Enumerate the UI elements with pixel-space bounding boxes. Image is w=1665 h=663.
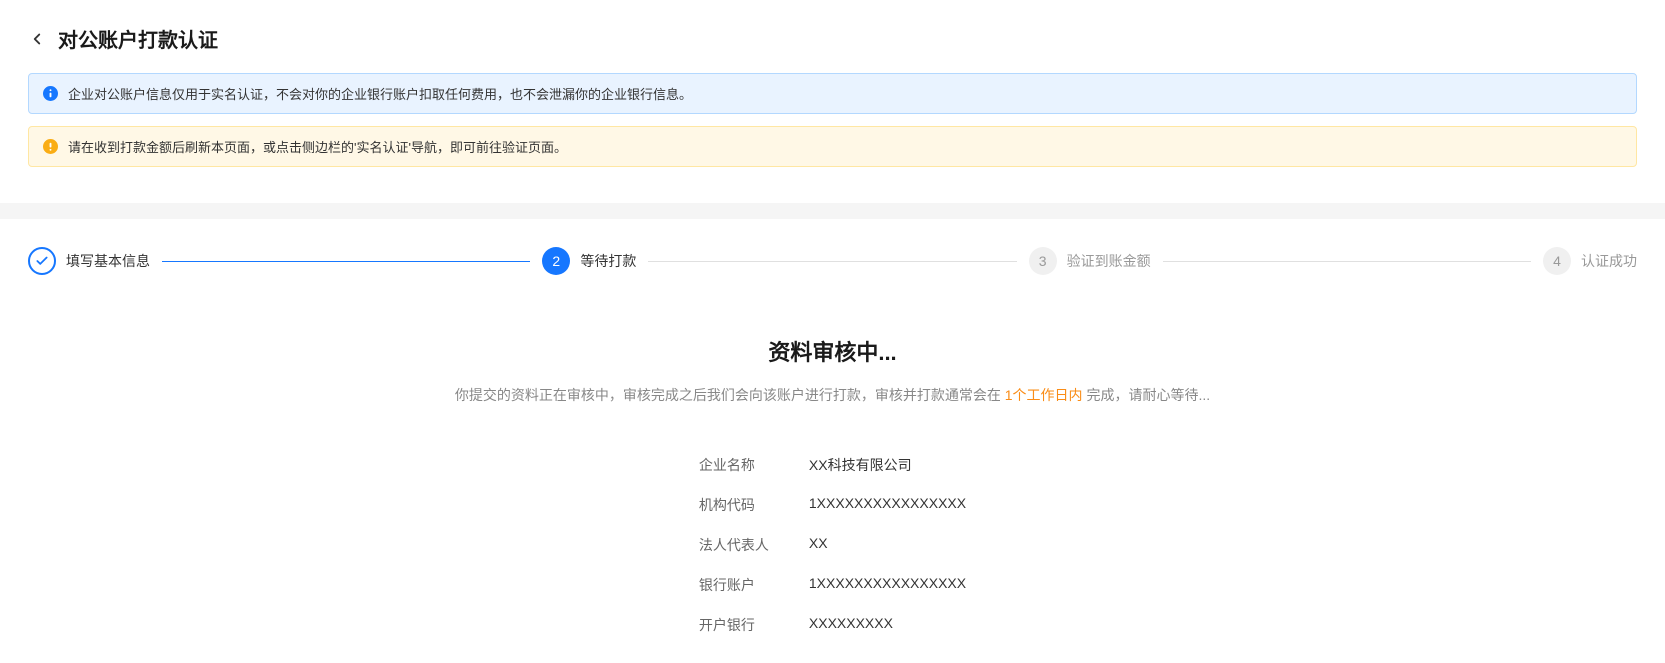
step-4: 4 认证成功 (1543, 247, 1637, 275)
warning-alert-text: 请在收到打款金额后刷新本页面，或点击侧边栏的'实名认证'导航，即可前往验证页面。 (68, 137, 567, 156)
step-4-circle: 4 (1543, 247, 1571, 275)
org-code-value: 1XXXXXXXXXXXXXXXX (809, 495, 966, 515)
info-alert: 企业对公账户信息仅用于实名认证，不会对你的企业银行账户扣取任何费用，也不会泄漏你… (28, 73, 1637, 114)
back-arrow-icon[interactable] (28, 30, 46, 48)
step-3: 3 验证到账金额 (1029, 247, 1151, 275)
bank-name-label: 开户银行 (699, 615, 769, 635)
company-name-label: 企业名称 (699, 455, 769, 475)
warning-alert: 请在收到打款金额后刷新本页面，或点击侧边栏的'实名认证'导航，即可前往验证页面。 (28, 126, 1637, 167)
bank-account-label: 银行账户 (699, 575, 769, 595)
bank-name-value: XXXXXXXXX (809, 615, 966, 635)
review-description: 你提交的资料正在审核中，审核完成之后我们会向该账户进行打款，审核并打款通常会在 … (28, 385, 1637, 405)
legal-rep-value: XX (809, 535, 966, 555)
step-1-label: 填写基本信息 (66, 251, 150, 271)
org-code-label: 机构代码 (699, 495, 769, 515)
review-title: 资料审核中... (28, 335, 1637, 367)
header-section: 对公账户打款认证 企业对公账户信息仅用于实名认证，不会对你的企业银行账户扣取任何… (0, 0, 1665, 203)
page-title: 对公账户打款认证 (58, 24, 218, 53)
review-desc-suffix: 完成，请耐心等待... (1083, 387, 1211, 403)
step-3-label: 验证到账金额 (1067, 251, 1151, 271)
step-4-label: 认证成功 (1581, 251, 1637, 271)
steps-indicator: 填写基本信息 2 等待打款 3 验证到账金额 4 认证成功 (28, 247, 1637, 275)
info-grid: 企业名称 XX科技有限公司 机构代码 1XXXXXXXXXXXXXXXX 法人代… (699, 455, 966, 635)
step-line-2 (648, 261, 1016, 262)
company-name-value: XX科技有限公司 (809, 455, 966, 475)
info-alert-text: 企业对公账户信息仅用于实名认证，不会对你的企业银行账户扣取任何费用，也不会泄漏你… (68, 84, 692, 103)
info-icon (43, 86, 58, 101)
review-desc-prefix: 你提交的资料正在审核中，审核完成之后我们会向该账户进行打款，审核并打款通常会在 (455, 387, 1005, 403)
step-line-1 (162, 261, 530, 262)
step-1-circle (28, 247, 56, 275)
bank-account-value: 1XXXXXXXXXXXXXXXX (809, 575, 966, 595)
step-3-circle: 3 (1029, 247, 1057, 275)
step-1: 填写基本信息 (28, 247, 150, 275)
step-2-circle: 2 (542, 247, 570, 275)
review-desc-highlight: 1个工作日内 (1005, 387, 1083, 403)
step-2-label: 等待打款 (580, 251, 636, 271)
step-line-3 (1163, 261, 1531, 262)
legal-rep-label: 法人代表人 (699, 535, 769, 555)
info-table: 企业名称 XX科技有限公司 机构代码 1XXXXXXXXXXXXXXXX 法人代… (28, 455, 1637, 635)
content-section: 填写基本信息 2 等待打款 3 验证到账金额 4 认证成功 资料审核中... 你… (0, 219, 1665, 663)
warning-icon (43, 139, 58, 154)
page-header: 对公账户打款认证 (28, 24, 1637, 53)
step-2: 2 等待打款 (542, 247, 636, 275)
